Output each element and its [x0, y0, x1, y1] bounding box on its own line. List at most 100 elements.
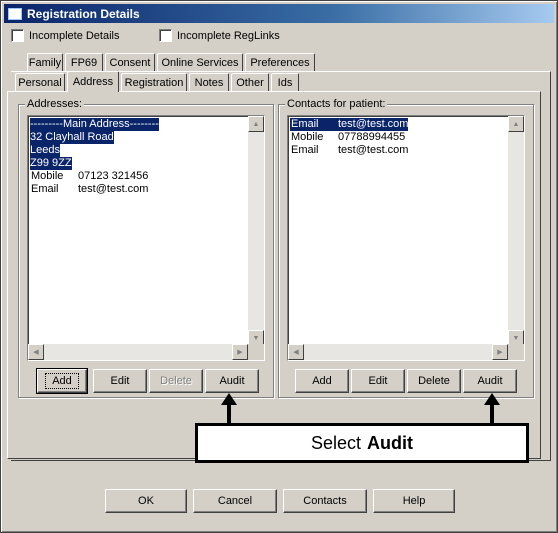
button-label: Add — [312, 375, 332, 387]
scroll-right-icon[interactable]: ▶ — [232, 344, 248, 360]
button-label: Audit — [219, 375, 245, 387]
cancel-button[interactable]: Cancel — [193, 489, 277, 513]
incomplete-details-checkbox[interactable]: Incomplete Details — [11, 29, 120, 42]
contact-type: Email — [290, 118, 338, 131]
tab-label: Address — [72, 76, 114, 88]
contacts-label: Contacts for patient: — [285, 98, 388, 110]
addresses-rows: ---------Main Address-------- 32 Clayhal… — [28, 116, 264, 196]
tab-registration[interactable]: Registration — [121, 73, 187, 92]
list-item[interactable]: 32 Clayhall Road — [30, 131, 264, 144]
tab-consent[interactable]: Consent — [105, 53, 155, 72]
tab-ids[interactable]: Ids — [271, 73, 299, 92]
title-bar: Registration Details — [4, 4, 554, 23]
edit-address-button[interactable]: Edit — [93, 369, 147, 393]
button-label: Help — [402, 495, 426, 507]
tab-label: Preferences — [250, 57, 310, 69]
select-audit-callout: Select Audit — [195, 423, 529, 463]
vertical-scrollbar[interactable]: ▲ ▼ — [248, 116, 264, 346]
button-label: Delete — [418, 375, 450, 387]
delete-address-button[interactable]: Delete — [149, 369, 203, 393]
contact-type: Email — [31, 183, 59, 195]
horizontal-scrollbar[interactable]: ◀ ▶ — [288, 344, 508, 360]
help-button[interactable]: Help — [373, 489, 455, 513]
button-label: Edit — [368, 375, 388, 387]
scroll-left-icon[interactable]: ◀ — [288, 344, 304, 360]
address-tab-panel: Addresses: ---------Main Address--------… — [7, 91, 541, 459]
checkbox-box[interactable] — [11, 29, 24, 42]
list-item[interactable]: Mobile 07788994455 — [290, 131, 524, 144]
window-icon — [8, 7, 22, 20]
address-line: 32 Clayhall Road — [30, 131, 114, 144]
contacts-group: Contacts for patient: Email test@test.com… — [278, 98, 534, 398]
scroll-corner — [508, 344, 524, 360]
list-item[interactable]: Leeds — [30, 144, 264, 157]
list-item[interactable]: ---------Main Address-------- — [30, 118, 264, 131]
contact-value: test@test.com — [78, 183, 149, 195]
tab-label: Registration — [124, 77, 184, 89]
addresses-label: Addresses: — [25, 98, 85, 110]
audit-contact-button[interactable]: Audit — [463, 369, 517, 393]
registration-details-window: Registration Details Incomplete Details … — [0, 0, 558, 533]
audit-address-button[interactable]: Audit — [205, 369, 259, 393]
list-item[interactable]: Email test@test.com — [30, 183, 264, 196]
scroll-right-icon[interactable]: ▶ — [492, 344, 508, 360]
address-line: Leeds — [30, 144, 60, 157]
tab-label: Consent — [109, 57, 151, 69]
contact-type: Email — [291, 144, 319, 156]
contacts-button[interactable]: Contacts — [283, 489, 367, 513]
contact-type: Mobile — [291, 131, 324, 143]
add-contact-button[interactable]: Add — [295, 369, 349, 393]
addresses-list[interactable]: ---------Main Address-------- 32 Clayhal… — [27, 115, 265, 361]
contact-value: test@test.com — [338, 118, 409, 131]
contact-value: 07788994455 — [338, 131, 406, 143]
button-label: Edit — [110, 375, 130, 387]
list-item[interactable]: Mobile 07123 321456 — [30, 170, 264, 183]
scroll-corner — [248, 344, 264, 360]
vertical-scrollbar[interactable]: ▲ ▼ — [508, 116, 524, 346]
ok-button[interactable]: OK — [105, 489, 187, 513]
callout-text: Select — [310, 432, 362, 453]
list-item[interactable]: Email test@test.com — [290, 118, 524, 131]
contacts-rows: Email test@test.com Mobile 07788994455 Ema… — [288, 116, 524, 157]
tab-address[interactable]: Address — [67, 71, 119, 92]
tab-fp69[interactable]: FP69 — [65, 53, 103, 72]
horizontal-scrollbar[interactable]: ◀ ▶ — [28, 344, 248, 360]
scroll-left-icon[interactable]: ◀ — [28, 344, 44, 360]
button-label: OK — [138, 495, 154, 507]
list-item[interactable]: Email test@test.com — [290, 144, 524, 157]
callout-emphasis: Audit — [367, 432, 413, 453]
edit-contact-button[interactable]: Edit — [351, 369, 405, 393]
tab-label: Personal — [18, 77, 62, 89]
tab-notes[interactable]: Notes — [189, 73, 229, 92]
scroll-up-icon[interactable]: ▲ — [248, 116, 264, 132]
tab-online-services[interactable]: Online Services — [157, 53, 243, 72]
scroll-up-icon[interactable]: ▲ — [508, 116, 524, 132]
tab-other[interactable]: Other — [231, 73, 269, 92]
incomplete-reglinks-checkbox[interactable]: Incomplete RegLinks — [159, 29, 280, 42]
button-label: Contacts — [303, 495, 347, 507]
tab-label: FP69 — [70, 57, 98, 69]
tab-family[interactable]: Family — [27, 53, 63, 72]
checkbox-box[interactable] — [159, 29, 172, 42]
button-label: Add — [45, 373, 79, 389]
delete-contact-button[interactable]: Delete — [407, 369, 461, 393]
add-address-button[interactable]: Add — [36, 368, 88, 394]
list-item[interactable]: Z99 9ZZ — [30, 157, 264, 170]
contact-type: Mobile — [31, 170, 64, 182]
address-line: ---------Main Address-------- — [30, 118, 159, 131]
incomplete-reglinks-label: Incomplete RegLinks — [177, 29, 280, 42]
tab-label: Family — [28, 57, 62, 69]
button-label: Cancel — [217, 495, 253, 507]
tab-label: Online Services — [161, 57, 239, 69]
incomplete-details-label: Incomplete Details — [29, 29, 120, 42]
address-line: Z99 9ZZ — [30, 157, 72, 170]
addresses-group: Addresses: ---------Main Address--------… — [18, 98, 274, 398]
tab-personal[interactable]: Personal — [15, 73, 65, 92]
tab-label: Other — [236, 77, 264, 89]
button-label: Audit — [477, 375, 503, 387]
contacts-list[interactable]: Email test@test.com Mobile 07788994455 Ema… — [287, 115, 525, 361]
tab-preferences[interactable]: Preferences — [245, 53, 315, 72]
contact-value: 07123 321456 — [78, 170, 149, 182]
tab-label: Ids — [277, 77, 293, 89]
arrow-up-right-icon — [484, 393, 500, 425]
